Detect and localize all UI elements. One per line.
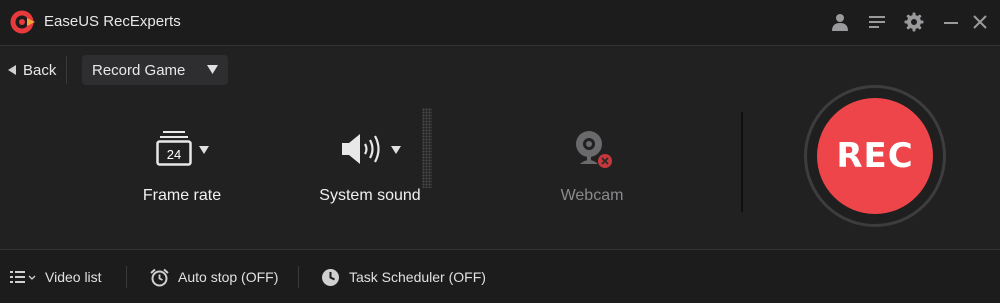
- system-sound-panel[interactable]: System sound: [314, 92, 426, 204]
- volume-drag-handle[interactable]: [422, 108, 432, 188]
- alarm-clock-icon: [150, 268, 169, 286]
- footer-divider: [298, 266, 299, 288]
- close-icon[interactable]: [970, 12, 990, 32]
- rec-label: REC: [836, 136, 914, 176]
- webcam-label: Webcam: [560, 187, 624, 204]
- account-icon[interactable]: [830, 12, 850, 32]
- frame-rate-value: 24: [167, 147, 181, 162]
- menu-icon[interactable]: [867, 12, 887, 32]
- app-logo-icon: [10, 10, 35, 34]
- webcam-panel[interactable]: Webcam: [546, 92, 638, 204]
- settings-icon[interactable]: [904, 12, 924, 32]
- frame-rate-panel[interactable]: 24 Frame rate: [132, 92, 232, 204]
- title-bar: EaseUS RecExperts: [0, 0, 1000, 46]
- task-scheduler-button[interactable]: Task Scheduler (OFF): [321, 267, 486, 287]
- task-scheduler-label: Task Scheduler (OFF): [349, 269, 486, 285]
- divider: [66, 56, 67, 84]
- video-list-label: Video list: [45, 269, 102, 285]
- speaker-icon: [342, 134, 380, 164]
- record-mode-dropdown[interactable]: Record Game: [82, 55, 228, 85]
- back-button[interactable]: Back: [8, 60, 56, 80]
- record-mode-value: Record Game: [92, 62, 186, 79]
- back-label: Back: [23, 61, 57, 79]
- webcam-icon: [576, 131, 612, 168]
- auto-stop-label: Auto stop (OFF): [178, 269, 279, 285]
- clock-icon: [322, 268, 339, 286]
- chevron-down-icon: [207, 65, 218, 74]
- list-icon: [10, 271, 36, 283]
- frame-rate-icon: 24: [156, 131, 192, 166]
- rec-divider: [741, 112, 743, 212]
- app-title: EaseUS RecExperts: [44, 13, 181, 30]
- system-sound-label: System sound: [319, 187, 421, 204]
- footer-divider: [126, 266, 127, 288]
- minimize-icon[interactable]: [941, 12, 961, 32]
- frame-rate-label: Frame rate: [142, 187, 222, 204]
- back-arrow-icon: [8, 65, 16, 75]
- auto-stop-button[interactable]: Auto stop (OFF): [150, 267, 278, 287]
- video-list-button[interactable]: Video list: [10, 267, 102, 287]
- mode-bar: Back Record Game: [0, 46, 1000, 94]
- frame-rate-dropdown-icon[interactable]: [199, 146, 209, 154]
- footer-bar: Video list Auto stop (OFF) Task Schedule…: [0, 249, 1000, 303]
- rec-button[interactable]: REC: [817, 98, 933, 214]
- system-sound-dropdown-icon[interactable]: [391, 146, 401, 154]
